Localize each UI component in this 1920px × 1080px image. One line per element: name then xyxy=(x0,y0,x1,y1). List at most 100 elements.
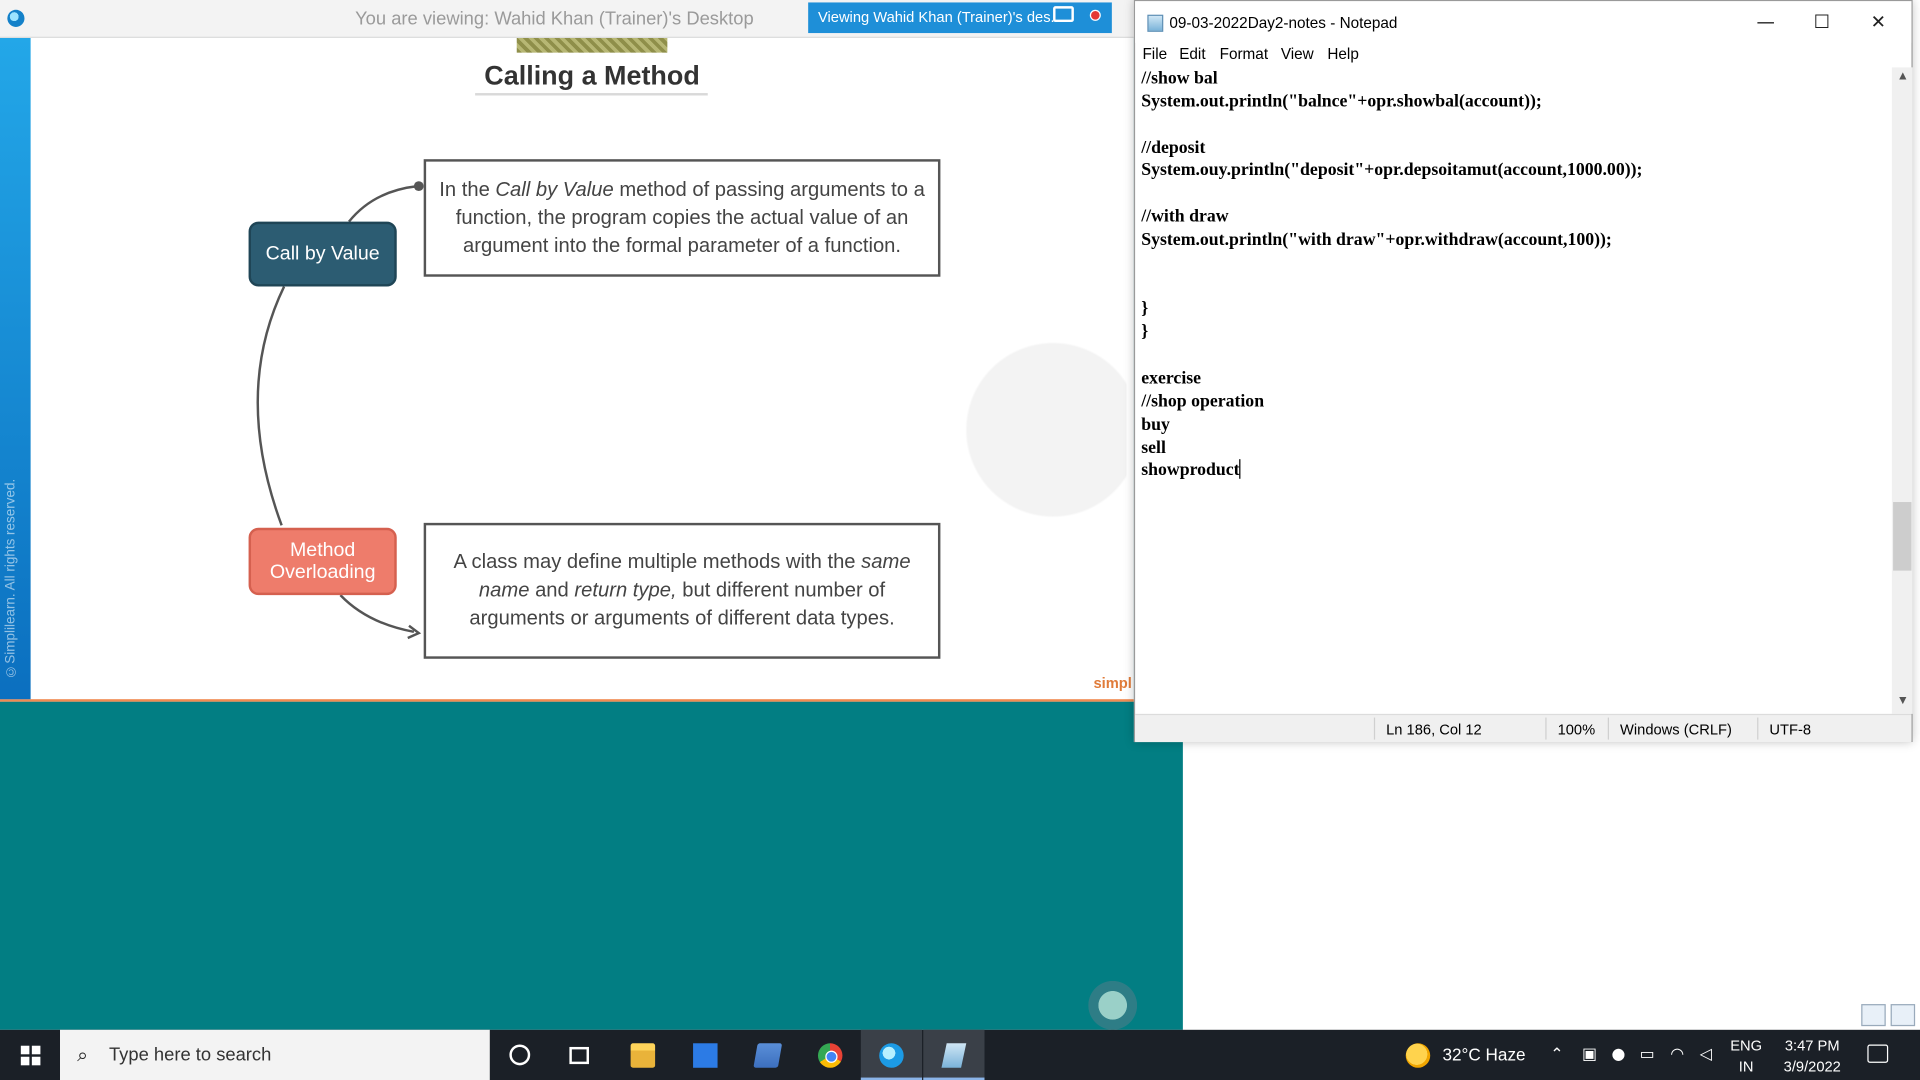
file-explorer-icon xyxy=(630,1043,656,1068)
text-line: } xyxy=(1141,299,1149,319)
taskbar-file-explorer[interactable] xyxy=(612,1030,673,1080)
remote-viewer-window: You are viewing: Wahid Khan (Trainer)'s … xyxy=(0,0,1183,1032)
meet-now-icon[interactable]: ▣ xyxy=(1582,1046,1597,1064)
taskbar-chrome[interactable] xyxy=(800,1030,861,1080)
minimize-button[interactable]: — xyxy=(1738,1,1794,43)
taskbar-notepad[interactable] xyxy=(923,1029,985,1080)
text-line: sell xyxy=(1141,437,1166,458)
lang-code: ENG xyxy=(1730,1037,1763,1055)
battery-icon[interactable]: ▭ xyxy=(1640,1046,1655,1064)
cortana-icon xyxy=(509,1044,531,1066)
status-zoom: 100% xyxy=(1557,721,1596,739)
notepad-title-bar[interactable]: 09-03-2022Day2-notes - Notepad — ☐ ✕ xyxy=(1135,1,1912,43)
call-by-value-node: Call by Value xyxy=(248,221,397,287)
desc-text: In the xyxy=(439,178,496,201)
text-line: //deposit xyxy=(1141,137,1206,158)
slide-brand-logo: simpl xyxy=(1093,674,1132,692)
viewer-logo-icon xyxy=(7,9,25,27)
wifi-icon[interactable]: ◠ xyxy=(1670,1046,1684,1064)
text-line: exercise xyxy=(1141,368,1202,389)
desktop-view-slide-icon[interactable] xyxy=(1890,1004,1916,1027)
notepad-icon xyxy=(1147,14,1164,32)
microphone-icon[interactable]: ● xyxy=(1611,1046,1625,1064)
search-icon: ⌕ xyxy=(77,1043,89,1067)
maximize-button[interactable]: ☐ xyxy=(1794,1,1850,43)
scroll-up-icon[interactable]: ▲ xyxy=(1897,70,1909,83)
menu-view[interactable]: View xyxy=(1281,45,1314,62)
vertical-scrollbar[interactable]: ▲ ▼ xyxy=(1891,67,1913,714)
desktop-view-list-icon[interactable] xyxy=(1861,1004,1886,1027)
desc-emphasis: Call by Value xyxy=(495,178,614,201)
text-line xyxy=(1141,113,1890,136)
presentation-slide: ©Simplilearn. All rights reserved. Calli… xyxy=(0,37,1134,702)
text-line: } xyxy=(1141,322,1149,342)
status-divider xyxy=(1545,717,1547,740)
task-view-icon xyxy=(569,1046,589,1065)
status-line-ending: Windows (CRLF) xyxy=(1620,721,1732,739)
taskbar-mail[interactable] xyxy=(675,1030,736,1080)
record-icon[interactable] xyxy=(1089,9,1101,21)
volume-icon[interactable]: ◁ xyxy=(1700,1046,1712,1064)
call-by-value-description: In the Call by Value method of passing a… xyxy=(423,159,941,277)
notepad-window: 09-03-2022Day2-notes - Notepad — ☐ ✕ Fil… xyxy=(1133,0,1913,743)
menu-file[interactable]: File xyxy=(1142,45,1167,62)
mail-icon xyxy=(693,1043,718,1068)
status-encoding: UTF-8 xyxy=(1769,721,1812,739)
notepad-app-icon xyxy=(941,1043,967,1068)
notepad-title: 09-03-2022Day2-notes - Notepad xyxy=(1169,14,1398,32)
language-indicator[interactable]: ENG IN xyxy=(1730,1036,1762,1078)
task-view-button[interactable] xyxy=(551,1030,612,1080)
viewing-badge-label: Viewing Wahid Khan (Trainer)'s des... xyxy=(817,8,1063,26)
presenter-avatar-icon[interactable] xyxy=(1087,979,1144,1032)
notepad-text-area[interactable]: //show bal System.out.println("balnce"+op… xyxy=(1141,67,1890,714)
weather-text[interactable]: 32°C Haze xyxy=(1442,1044,1525,1064)
weather-icon[interactable] xyxy=(1405,1043,1431,1068)
text-line: System.ouy.println("deposit"+opr.depsoit… xyxy=(1141,160,1643,181)
chevron-up-icon[interactable]: ⌃ xyxy=(1550,1046,1563,1064)
method-overloading-line1: Method xyxy=(289,540,356,561)
viewing-badge[interactable]: Viewing Wahid Khan (Trainer)'s des... xyxy=(808,2,1112,34)
method-overloading-line2: Overloading xyxy=(269,562,376,583)
text-line xyxy=(1141,275,1890,298)
desc-text: A class may define multiple methods with… xyxy=(453,551,862,574)
viewer-app-icon xyxy=(879,1043,904,1068)
taskbar-viewer-app[interactable] xyxy=(860,1029,923,1080)
cortana-button[interactable] xyxy=(490,1030,551,1080)
notepad-status-bar: Ln 186, Col 12 100% Windows (CRLF) UTF-8 xyxy=(1135,713,1912,743)
start-button[interactable] xyxy=(0,1030,59,1080)
menu-help[interactable]: Help xyxy=(1327,45,1358,62)
notepad-menu-bar: File Edit Format View Help xyxy=(1135,43,1911,67)
remote-desktop-icon xyxy=(753,1043,783,1068)
text-line: System.out.println("balnce"+opr.showbal(… xyxy=(1141,91,1542,112)
method-overloading-description: A class may define multiple methods with… xyxy=(423,522,941,659)
status-divider xyxy=(1373,717,1376,740)
clock-date: 3/9/2022 xyxy=(1783,1057,1841,1076)
clock-time: 3:47 PM xyxy=(1784,1037,1840,1055)
status-cursor-position: Ln 186, Col 12 xyxy=(1386,721,1482,739)
chrome-icon xyxy=(817,1043,843,1068)
taskbar-search-box[interactable]: ⌕ Type here to search xyxy=(60,1029,490,1080)
scrollbar-thumb[interactable] xyxy=(1893,502,1912,571)
scroll-down-icon[interactable]: ▼ xyxy=(1897,694,1909,707)
monitor-icon[interactable] xyxy=(1053,6,1074,23)
taskbar-remote-app[interactable] xyxy=(737,1030,798,1080)
notification-icon[interactable] xyxy=(1867,1044,1889,1063)
close-button[interactable]: ✕ xyxy=(1850,1,1906,43)
text-line xyxy=(1141,252,1890,275)
method-overloading-node: Method Overloading xyxy=(248,527,397,596)
region-code: IN xyxy=(1738,1057,1754,1076)
taskbar-clock[interactable]: 3:47 PM 3/9/2022 xyxy=(1778,1036,1847,1078)
desc-emphasis: return type, xyxy=(574,579,677,602)
status-divider xyxy=(1757,717,1759,740)
text-line: //shop operation xyxy=(1141,391,1265,412)
text-line xyxy=(1141,183,1890,206)
taskbar: ⌕ Type here to search 32°C Haze ⌃ ▣ ● ▭ … xyxy=(0,1029,1920,1080)
menu-format[interactable]: Format xyxy=(1220,45,1268,62)
viewer-title-bar: You are viewing: Wahid Khan (Trainer)'s … xyxy=(0,0,1183,38)
text-line: //with draw xyxy=(1141,207,1229,227)
status-divider xyxy=(1607,717,1609,740)
text-cursor xyxy=(1239,459,1241,480)
text-line: showproduct xyxy=(1141,459,1241,481)
menu-edit[interactable]: Edit xyxy=(1179,45,1205,62)
text-line: System.out.println("with draw"+opr.withd… xyxy=(1141,230,1612,250)
